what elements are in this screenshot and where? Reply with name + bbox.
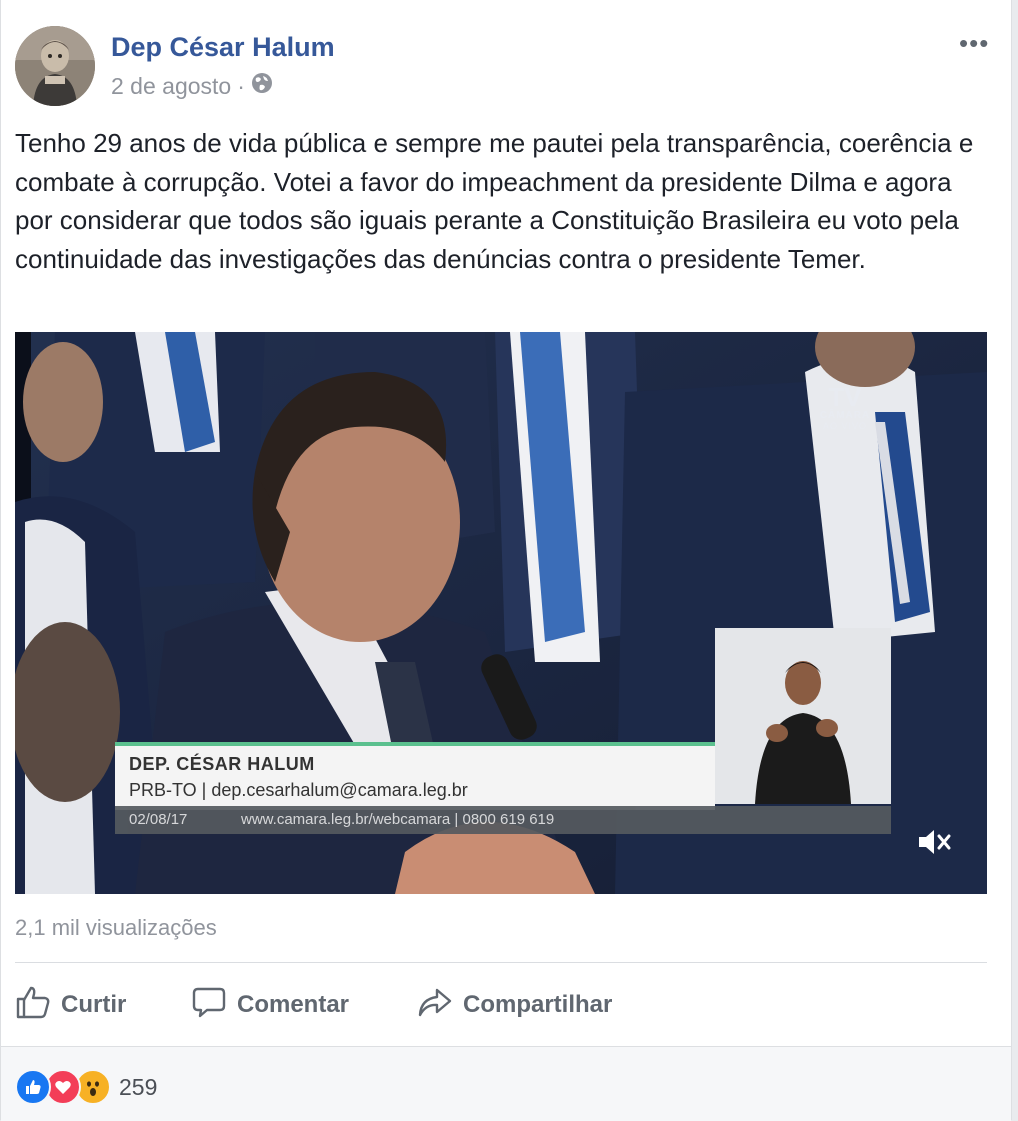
globe-icon[interactable] [251, 72, 273, 100]
sign-language-inset [715, 628, 891, 804]
thumbs-up-icon [15, 984, 51, 1027]
like-button[interactable]: Curtir [15, 980, 126, 1030]
avatar-photo [15, 26, 95, 106]
share-label: Compartilhar [463, 991, 613, 1018]
logo-bottom-text: AO VIVO [822, 421, 867, 431]
reactions-bar: 259 [1, 1046, 1011, 1121]
actions-divider [15, 962, 987, 963]
share-arrow-icon [417, 984, 453, 1027]
action-bar: Curtir Comentar Compartilhar [15, 980, 987, 1030]
view-count: 2,1 mil visualizações [15, 915, 217, 940]
comment-label: Comentar [237, 991, 350, 1018]
comment-button[interactable]: Comentar [191, 980, 349, 1030]
more-options-icon[interactable]: ••• [959, 28, 989, 59]
lower-third-info-bar: 02/08/17 www.camara.leg.br/webcamara | 0… [115, 806, 891, 834]
lower-third-site-phone: www.camara.leg.br/webcamara | 0800 619 6… [241, 811, 555, 828]
logo-top-text: CÂMARA [819, 410, 871, 421]
camara-logo: TV CÂMARA AO VIVO [815, 384, 875, 431]
like-label: Curtir [61, 991, 127, 1018]
share-button[interactable]: Compartilhar [417, 980, 612, 1030]
post-date[interactable]: 2 de agosto [111, 73, 231, 100]
post-card: Dep César Halum 2 de agosto · ••• Tenho … [0, 0, 1012, 1121]
lower-third-name: DEP. CÉSAR HALUM [129, 754, 315, 774]
speech-bubble-icon [191, 984, 227, 1027]
tv-icon: TV [828, 382, 862, 412]
like-icon [15, 1069, 51, 1105]
meta-separator: · [237, 72, 245, 99]
lower-third-date: 02/08/17 [129, 811, 188, 828]
author-name[interactable]: Dep César Halum [111, 32, 335, 63]
author-avatar[interactable] [15, 26, 95, 106]
reaction-count: 259 [119, 1073, 158, 1100]
reactions-summary[interactable]: 259 [15, 1069, 157, 1105]
lower-third: DEP. CÉSAR HALUM PRB-TO | dep.cesarhalum… [115, 742, 715, 810]
post-text: Tenho 29 anos de vida pública e sempre m… [15, 128, 974, 274]
lower-third-party-email: PRB-TO | dep.cesarhalum@camara.leg.br [129, 780, 468, 800]
video-player[interactable]: TV CÂMARA AO VIVO DEP. CÉSAR HALUM PRB-T… [15, 332, 987, 894]
muted-speaker-icon[interactable] [915, 826, 955, 858]
post-meta: 2 de agosto · [111, 72, 273, 100]
